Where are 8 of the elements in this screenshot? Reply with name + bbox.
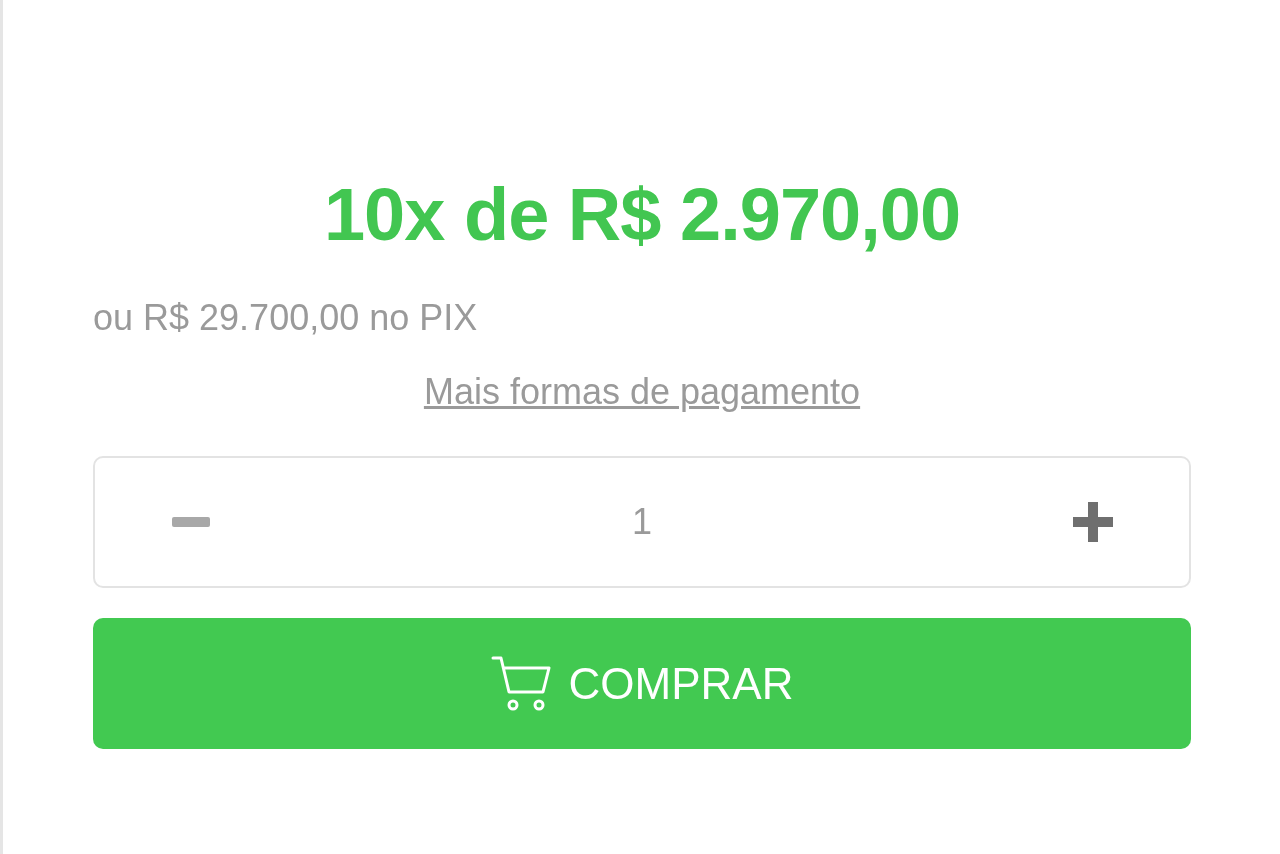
pix-price: ou R$ 29.700,00 no PIX <box>93 296 478 340</box>
minus-icon <box>172 517 210 527</box>
cart-icon <box>490 654 553 713</box>
payment-options-link[interactable]: Mais formas de pagamento <box>423 370 861 414</box>
quantity-value: 1 <box>632 500 652 544</box>
plus-icon <box>1071 500 1115 544</box>
buy-button[interactable]: COMPRAR <box>93 618 1191 749</box>
installment-price: 10x de R$ 2.970,00 <box>323 172 961 258</box>
